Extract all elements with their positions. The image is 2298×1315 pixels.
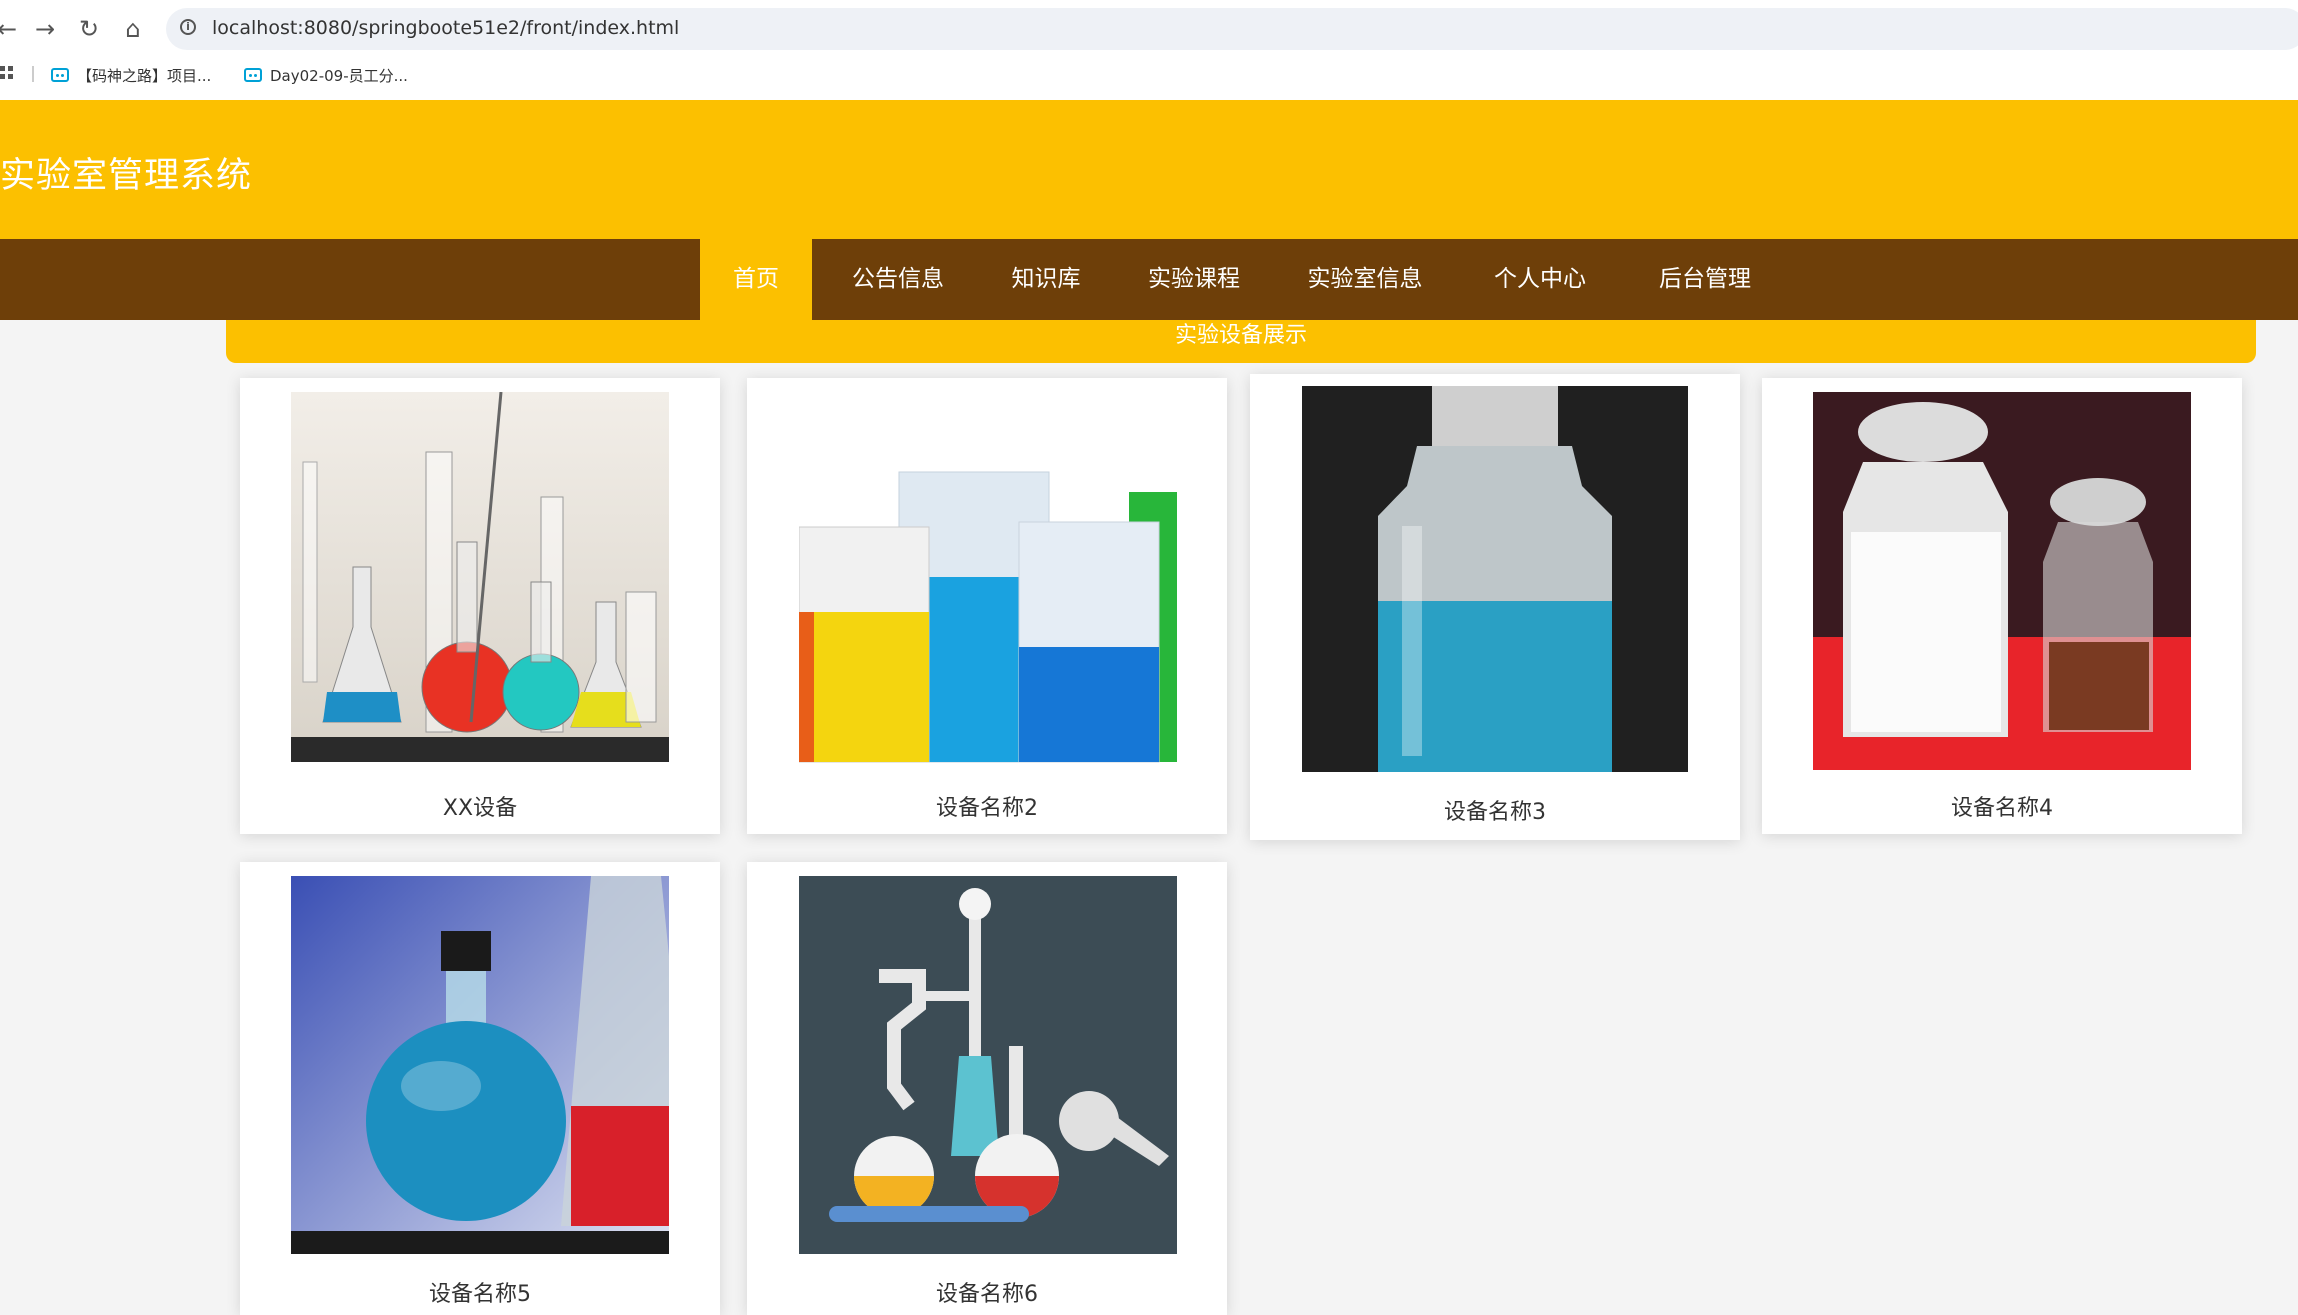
- equipment-name[interactable]: 设备名称6: [747, 1276, 1227, 1308]
- bookmark-label: Day02-09-员工分...: [270, 66, 408, 85]
- nav-item-lab-courses[interactable]: 实验课程: [1134, 239, 1254, 320]
- equipment-name[interactable]: 设备名称2: [747, 790, 1227, 822]
- equipment-card[interactable]: 设备名称4: [1762, 378, 2242, 834]
- equipment-card[interactable]: 设备名称5: [240, 862, 720, 1315]
- bookmark-label: 【码神之路】项目...: [77, 66, 212, 85]
- site-header: [0, 100, 2298, 239]
- equipment-image[interactable]: [799, 392, 1177, 770]
- forward-arrow-icon[interactable]: →: [30, 14, 60, 44]
- equipment-image[interactable]: [291, 876, 669, 1254]
- nav-item-home[interactable]: 首页: [700, 239, 812, 320]
- apps-grid-icon[interactable]: [0, 66, 14, 80]
- nav-item-lab-info[interactable]: 实验室信息: [1298, 239, 1432, 320]
- nav-item-personal-center[interactable]: 个人中心: [1480, 239, 1600, 320]
- equipment-image[interactable]: [291, 392, 669, 762]
- bookmark-item[interactable]: Day02-09-员工分...: [244, 62, 408, 88]
- equipment-image[interactable]: [799, 876, 1177, 1254]
- equipment-card[interactable]: 设备名称2: [747, 378, 1227, 834]
- url-text[interactable]: localhost:8080/springboote51e2/front/ind…: [212, 17, 679, 39]
- address-bar[interactable]: i localhost:8080/springboote51e2/front/i…: [166, 8, 2298, 50]
- reload-icon[interactable]: ↻: [74, 14, 104, 44]
- equipment-name[interactable]: 设备名称3: [1250, 794, 1740, 826]
- bilibili-tv-icon: [51, 68, 69, 82]
- nav-item-announcements[interactable]: 公告信息: [838, 239, 958, 320]
- equipment-card[interactable]: 设备名称3: [1250, 374, 1740, 840]
- nav-item-knowledge-base[interactable]: 知识库: [996, 239, 1096, 320]
- section-title: 实验设备展示: [1174, 323, 1307, 348]
- nav-item-admin[interactable]: 后台管理: [1645, 239, 1765, 320]
- equipment-card[interactable]: 设备名称6: [747, 862, 1227, 1315]
- equipment-image[interactable]: [1813, 392, 2191, 770]
- bookmark-item[interactable]: 【码神之路】项目...: [51, 62, 211, 88]
- equipment-card[interactable]: XX设备: [240, 378, 720, 834]
- site-info-icon[interactable]: i: [180, 19, 196, 35]
- bilibili-tv-icon: [244, 68, 262, 82]
- home-icon[interactable]: ⌂: [118, 14, 148, 44]
- bookmarks-separator: [32, 66, 34, 82]
- equipment-name[interactable]: 设备名称4: [1762, 790, 2242, 822]
- site-title: 实验室管理系统: [0, 156, 253, 196]
- back-arrow-icon[interactable]: ←: [0, 14, 22, 44]
- equipment-image[interactable]: [1302, 386, 1688, 772]
- equipment-name[interactable]: XX设备: [240, 790, 720, 822]
- equipment-name[interactable]: 设备名称5: [240, 1276, 720, 1308]
